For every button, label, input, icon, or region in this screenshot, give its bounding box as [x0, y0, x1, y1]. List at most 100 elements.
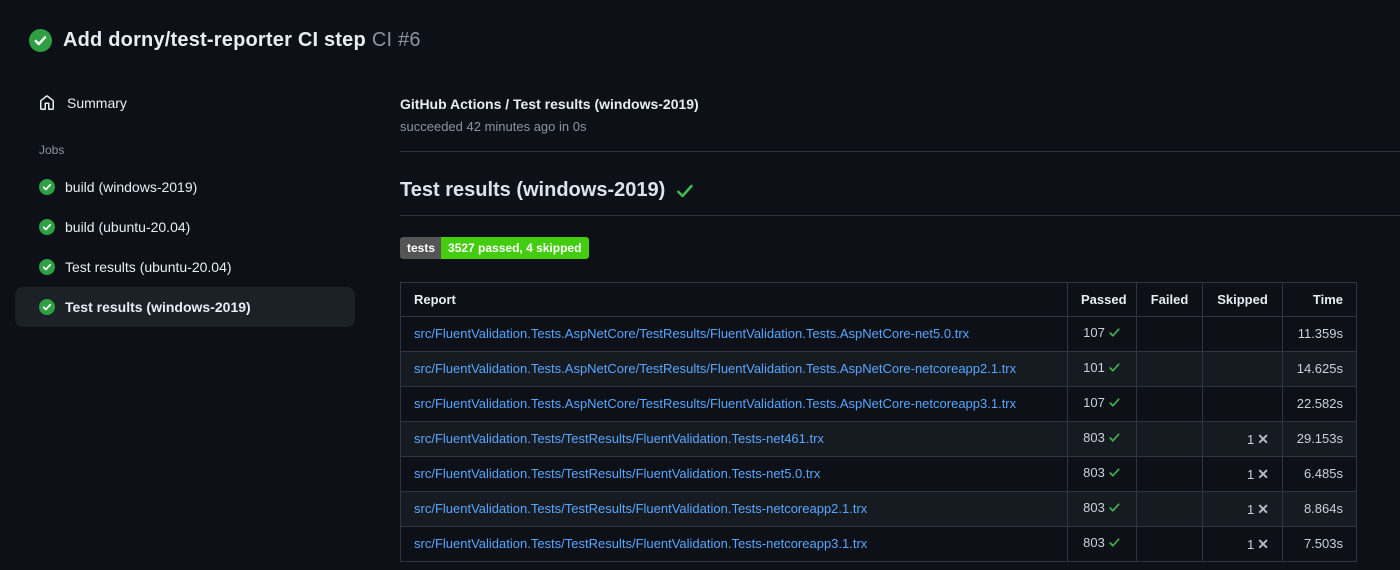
time-cell: 29.153s	[1282, 421, 1357, 457]
column-header-passed: Passed	[1067, 282, 1137, 317]
time-cell: 14.625s	[1282, 351, 1357, 387]
table-row: src/FluentValidation.Tests/TestResults/F…	[400, 421, 1357, 457]
skipped-cell: 1 ✕	[1202, 421, 1283, 457]
table-row: src/FluentValidation.Tests.AspNetCore/Te…	[400, 351, 1357, 387]
sidebar-job-item[interactable]: Test results (windows-2019)	[15, 287, 355, 327]
report-link[interactable]: src/FluentValidation.Tests/TestResults/F…	[414, 501, 867, 516]
divider	[400, 151, 1400, 152]
table-row: src/FluentValidation.Tests/TestResults/F…	[400, 456, 1357, 492]
passed-count: 803	[1083, 500, 1105, 515]
sidebar: Summary Jobs build (windows-2019) build …	[0, 70, 400, 327]
jobs-list: build (windows-2019) build (ubuntu-20.04…	[0, 167, 400, 327]
check-run-title: GitHub Actions / Test results (windows-2…	[400, 96, 699, 112]
passed-count: 107	[1083, 325, 1105, 340]
table-row: src/FluentValidation.Tests/TestResults/F…	[400, 526, 1357, 562]
summary-label: Summary	[67, 95, 127, 111]
passed-count: 803	[1083, 465, 1105, 480]
skipped-cell: 1 ✕	[1202, 526, 1283, 562]
report-link[interactable]: src/FluentValidation.Tests/TestResults/F…	[414, 466, 820, 481]
check-icon	[675, 181, 695, 201]
sidebar-job-item[interactable]: build (windows-2019)	[15, 167, 355, 207]
check-icon	[1108, 396, 1121, 413]
x-icon: ✕	[1257, 535, 1269, 552]
check-circle-icon	[39, 259, 55, 275]
passed-count: 107	[1083, 395, 1105, 410]
passed-count: 803	[1083, 430, 1105, 445]
skipped-count: 1	[1247, 431, 1255, 447]
passed-cell: 803	[1067, 421, 1137, 457]
x-icon: ✕	[1257, 500, 1269, 517]
report-cell: src/FluentValidation.Tests.AspNetCore/Te…	[400, 351, 1068, 387]
report-cell: src/FluentValidation.Tests/TestResults/F…	[400, 491, 1068, 527]
skipped-count: 1	[1247, 501, 1255, 517]
passed-count: 101	[1083, 360, 1105, 375]
section-heading: Test results (windows-2019)	[400, 179, 1400, 202]
passed-count: 803	[1083, 535, 1105, 550]
report-link[interactable]: src/FluentValidation.Tests.AspNetCore/Te…	[414, 361, 1016, 376]
table-row: src/FluentValidation.Tests.AspNetCore/Te…	[400, 386, 1357, 422]
failed-cell	[1136, 386, 1203, 422]
failed-cell	[1136, 491, 1203, 527]
badge-value: 3527 passed, 4 skipped	[441, 237, 590, 259]
check-circle-icon	[29, 28, 52, 52]
column-header-time: Time	[1282, 282, 1357, 317]
passed-cell: 101	[1067, 351, 1137, 387]
report-cell: src/FluentValidation.Tests/TestResults/F…	[400, 456, 1068, 492]
passed-cell: 803	[1067, 456, 1137, 492]
job-label: build (ubuntu-20.04)	[65, 219, 191, 235]
failed-cell	[1136, 526, 1203, 562]
time-cell: 6.485s	[1282, 456, 1357, 492]
report-link[interactable]: src/FluentValidation.Tests.AspNetCore/Te…	[414, 326, 969, 341]
job-label: Test results (ubuntu-20.04)	[65, 259, 232, 275]
passed-cell: 803	[1067, 526, 1137, 562]
sidebar-item-summary[interactable]: Summary	[0, 86, 400, 120]
column-header-failed: Failed	[1136, 282, 1203, 317]
run-header: Add dorny/test-reporter CI step CI #6	[0, 0, 1400, 70]
report-cell: src/FluentValidation.Tests.AspNetCore/Te…	[400, 316, 1068, 352]
failed-cell	[1136, 456, 1203, 492]
report-link[interactable]: src/FluentValidation.Tests/TestResults/F…	[414, 536, 867, 551]
failed-cell	[1136, 351, 1203, 387]
time-cell: 11.359s	[1282, 316, 1357, 352]
failed-cell	[1136, 316, 1203, 352]
jobs-section-label: Jobs	[39, 143, 65, 157]
passed-cell: 107	[1067, 386, 1137, 422]
table-row: src/FluentValidation.Tests.AspNetCore/Te…	[400, 316, 1357, 352]
check-circle-icon	[39, 219, 55, 235]
x-icon: ✕	[1257, 465, 1269, 482]
check-icon	[1108, 466, 1121, 483]
time-cell: 22.582s	[1282, 386, 1357, 422]
job-label: Test results (windows-2019)	[65, 299, 251, 315]
check-run-subtitle: succeeded 42 minutes ago in 0s	[400, 119, 587, 134]
sidebar-job-item[interactable]: Test results (ubuntu-20.04)	[15, 247, 355, 287]
table-header-row: Report Passed Failed Skipped Time	[400, 282, 1357, 317]
report-link[interactable]: src/FluentValidation.Tests/TestResults/F…	[414, 431, 824, 446]
skipped-count: 1	[1247, 536, 1255, 552]
report-cell: src/FluentValidation.Tests/TestResults/F…	[400, 526, 1068, 562]
skipped-count: 1	[1247, 466, 1255, 482]
tests-badge: tests 3527 passed, 4 skipped	[400, 237, 590, 259]
badge-label: tests	[400, 237, 442, 259]
skipped-cell	[1202, 351, 1283, 387]
check-icon	[1108, 361, 1121, 378]
home-icon	[39, 95, 55, 111]
report-link[interactable]: src/FluentValidation.Tests.AspNetCore/Te…	[414, 396, 1016, 411]
skipped-cell: 1 ✕	[1202, 456, 1283, 492]
check-icon	[1108, 536, 1121, 553]
job-label: build (windows-2019)	[65, 179, 198, 195]
skipped-cell: 1 ✕	[1202, 491, 1283, 527]
report-cell: src/FluentValidation.Tests/TestResults/F…	[400, 421, 1068, 457]
section-heading-text: Test results (windows-2019)	[400, 179, 666, 201]
check-icon	[1108, 431, 1121, 448]
run-title: Add dorny/test-reporter CI step	[63, 28, 366, 51]
passed-cell: 803	[1067, 491, 1137, 527]
column-header-report: Report	[400, 282, 1068, 317]
run-number: CI #6	[371, 28, 421, 51]
check-circle-icon	[39, 179, 55, 195]
time-cell: 8.864s	[1282, 491, 1357, 527]
sidebar-job-item[interactable]: build (ubuntu-20.04)	[15, 207, 355, 247]
report-cell: src/FluentValidation.Tests.AspNetCore/Te…	[400, 386, 1068, 422]
table-row: src/FluentValidation.Tests/TestResults/F…	[400, 491, 1357, 527]
skipped-cell	[1202, 316, 1283, 352]
passed-cell: 107	[1067, 316, 1137, 352]
